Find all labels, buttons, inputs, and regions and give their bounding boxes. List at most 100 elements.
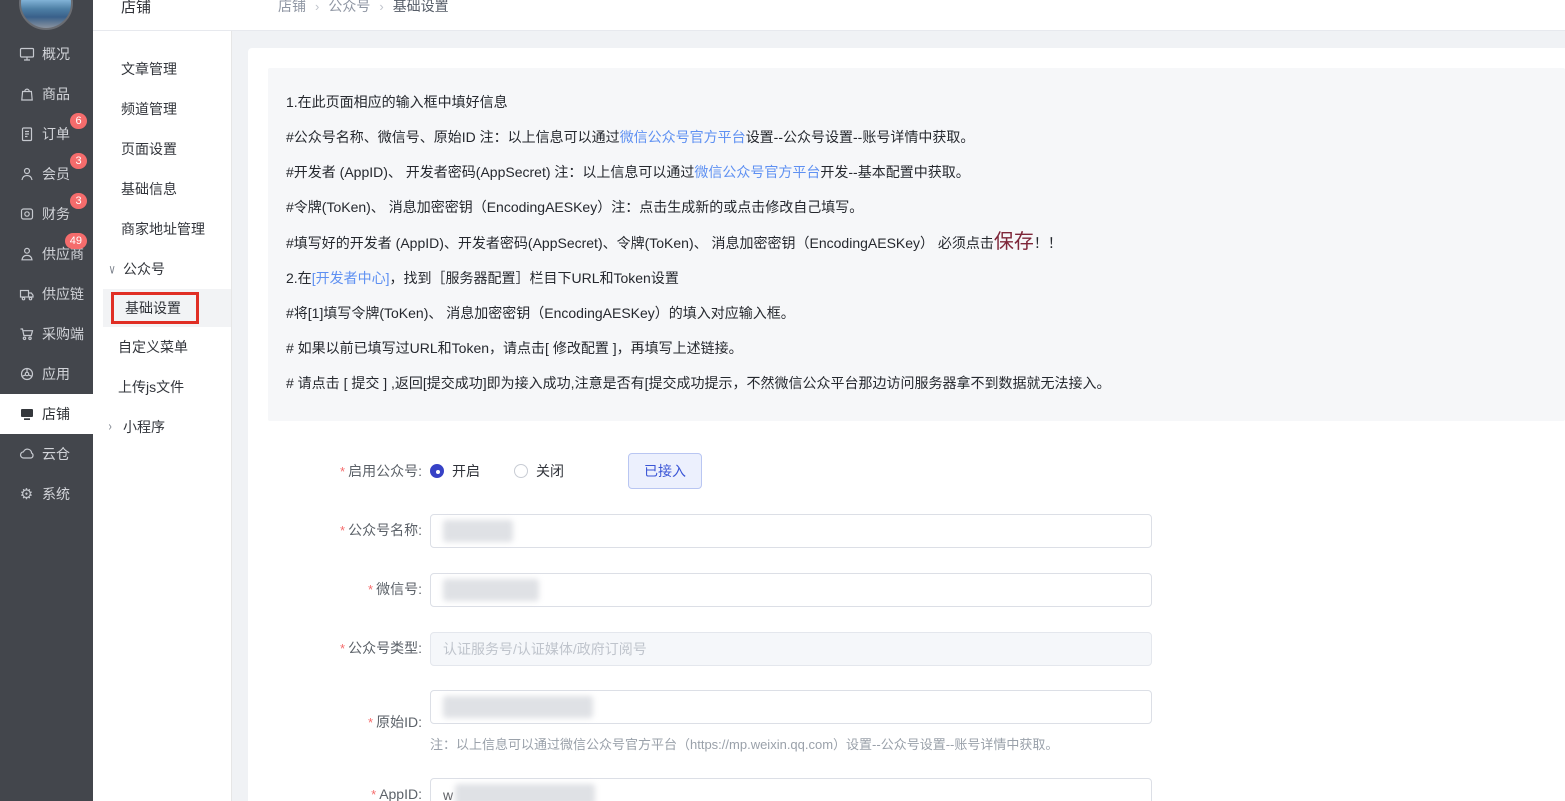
redacted-value <box>443 520 513 542</box>
notice-text: #填写好的开发者 (AppID)、开发者密码(AppSecret)、令牌(ToK… <box>286 235 994 251</box>
breadcrumb-item-official-account[interactable]: 公众号 <box>328 0 370 16</box>
notice-line: 1.在此页面相应的输入框中填好信息 <box>286 85 1535 120</box>
chevron-down-icon: ∨ <box>109 262 118 277</box>
input-placeholder: 认证服务号/认证媒体/政府订阅号 <box>443 639 647 659</box>
notice-line: 2.在[开发者中心]，找到［服务器配置］栏目下URL和Token设置 <box>286 261 1535 296</box>
form-row-original-id: *原始ID: 注：以上信息可以通过微信公众号官方平台（https://mp.we… <box>268 690 1565 755</box>
finance-badge: 3 <box>70 193 87 209</box>
sidebar-item-overview[interactable]: 概况 <box>0 34 93 74</box>
radio-label: 开启 <box>452 461 480 481</box>
field-label: *微信号: <box>268 572 430 607</box>
field-label: *启用公众号: <box>268 454 430 489</box>
sidebar-item-supply-chain[interactable]: 供应链 <box>0 274 93 314</box>
notice-text: 开发--基本配置中获取。 <box>820 164 969 180</box>
submenu-item-upload-js[interactable]: 上传js文件 <box>93 367 231 407</box>
cloud-icon <box>18 446 35 463</box>
notice-text: ！！ <box>1034 235 1062 251</box>
redacted-value <box>443 696 593 718</box>
submenu-item-articles[interactable]: 文章管理 <box>93 49 231 89</box>
notice-text: # 如果以前已填写过URL和Token，请点击[ 修改配置 ]，再填写上述链接。 <box>286 340 743 356</box>
sidebar-item-label: 系统 <box>42 484 70 504</box>
notice-line: # 如果以前已填写过URL和Token，请点击[ 修改配置 ]，再填写上述链接。 <box>286 331 1535 366</box>
notice-text: ，找到［服务器配置］栏目下URL和Token设置 <box>389 270 678 286</box>
submenu-item-merchant-address[interactable]: 商家地址管理 <box>93 209 231 249</box>
sidebar-item-label: 采购端 <box>42 324 84 344</box>
submenu-item-page-settings[interactable]: 页面设置 <box>93 129 231 169</box>
label-text: 启用公众号: <box>348 463 422 479</box>
sidebar-item-label: 云仓 <box>42 444 70 464</box>
notice-line: # 请点击 [ 提交 ] ,返回[提交成功]即为接入成功,注意是否有[提交成功提… <box>286 366 1535 401</box>
notice-line: #公众号名称、微信号、原始ID 注：以上信息可以通过微信公众号官方平台设置--公… <box>286 120 1535 155</box>
sidebar-item-orders[interactable]: 订单 6 <box>0 114 93 154</box>
required-asterisk: * <box>371 787 376 801</box>
field-label: *公众号类型: <box>268 631 430 666</box>
notice-text: 2.在 <box>286 270 312 286</box>
notice-line: #开发者 (AppID)、 开发者密码(AppSecret) 注：以上信息可以通… <box>286 155 1535 190</box>
submenu-section-mini-program[interactable]: › 小程序 <box>93 407 231 447</box>
required-asterisk: * <box>340 464 345 479</box>
submenu-item-channels[interactable]: 频道管理 <box>93 89 231 129</box>
shop-icon <box>18 406 35 423</box>
secondary-sidebar: 文章管理 频道管理 页面设置 基础信息 商家地址管理 ∨ 公众号 基础设置 自定… <box>93 31 232 801</box>
supplier-icon <box>18 246 35 263</box>
label-text: 公众号名称: <box>348 522 422 538</box>
field-label: *公众号名称: <box>268 513 430 548</box>
breadcrumb: 店铺 › 公众号 › 基础设置 <box>278 0 449 16</box>
sidebar-item-label: 财务 <box>42 204 70 224</box>
notice-text: # 请点击 [ 提交 ] ,返回[提交成功]即为接入成功,注意是否有[提交成功提… <box>286 375 1110 391</box>
radio-label: 关闭 <box>536 461 564 481</box>
submenu-item-custom-menu[interactable]: 自定义菜单 <box>93 327 231 367</box>
appid-input[interactable]: w <box>430 778 1152 801</box>
submenu-item-basic-info[interactable]: 基础信息 <box>93 169 231 209</box>
sidebar-item-procurement[interactable]: 采购端 <box>0 314 93 354</box>
link-wechat-official-platform[interactable]: 微信公众号官方平台 <box>694 164 820 180</box>
link-developer-center[interactable]: [开发者中心] <box>312 270 390 286</box>
orders-icon <box>18 126 35 143</box>
label-text: 微信号: <box>376 581 422 597</box>
overview-icon <box>18 46 35 63</box>
original-id-col: 注：以上信息可以通过微信公众号官方平台（https://mp.weixin.qq… <box>430 690 1152 755</box>
submenu-item-basic-settings-active[interactable]: 基础设置 <box>103 289 231 327</box>
form-row-account-name: *公众号名称: <box>268 513 1565 548</box>
field-label: *AppID: <box>268 777 430 801</box>
procurement-icon <box>18 326 35 343</box>
sidebar-item-goods[interactable]: 商品 <box>0 74 93 114</box>
sidebar-item-supplier[interactable]: 供应商 49 <box>0 234 93 274</box>
breadcrumb-item-basic-settings: 基础设置 <box>393 0 449 16</box>
required-asterisk: * <box>368 715 373 730</box>
notice-text: 1.在此页面相应的输入框中填好信息 <box>286 94 508 110</box>
submenu-section-official-account[interactable]: ∨ 公众号 <box>93 249 231 289</box>
required-asterisk: * <box>368 582 373 597</box>
content-card: 1.在此页面相应的输入框中填好信息 #公众号名称、微信号、原始ID 注：以上信息… <box>248 48 1565 801</box>
field-label: *原始ID: <box>268 705 430 740</box>
account-name-input[interactable] <box>430 514 1152 548</box>
main-area: 1.在此页面相应的输入框中填好信息 #公众号名称、微信号、原始ID 注：以上信息… <box>232 31 1565 801</box>
sidebar-item-label: 供应链 <box>42 284 84 304</box>
radio-dot-icon <box>430 464 444 478</box>
breadcrumb-item-shop[interactable]: 店铺 <box>278 0 306 16</box>
submenu-section-label: 公众号 <box>123 259 165 279</box>
notice-text: #开发者 (AppID)、 开发者密码(AppSecret) 注：以上信息可以通… <box>286 164 694 180</box>
connected-status-button[interactable]: 已接入 <box>628 453 702 489</box>
sidebar-item-label: 商品 <box>42 84 70 104</box>
form-row-account-type: *公众号类型: 认证服务号/认证媒体/政府订阅号 <box>268 631 1565 666</box>
account-type-input: 认证服务号/认证媒体/政府订阅号 <box>430 632 1152 666</box>
radio-dot-icon <box>514 464 528 478</box>
instructions-notice: 1.在此页面相应的输入框中填好信息 #公众号名称、微信号、原始ID 注：以上信息… <box>268 68 1565 421</box>
original-id-input[interactable] <box>430 690 1152 724</box>
avatar[interactable] <box>19 0 73 30</box>
sidebar-item-system[interactable]: ⚙ 系统 <box>0 474 93 514</box>
wechat-id-input[interactable] <box>430 573 1152 607</box>
sidebar-item-cloud-warehouse[interactable]: 云仓 <box>0 434 93 474</box>
notice-text: #将[1]填写令牌(ToKen)、 消息加密密钥（EncodingAESKey）… <box>286 305 795 321</box>
sidebar-item-shop[interactable]: 店铺 <box>0 394 93 434</box>
sidebar-item-apps[interactable]: 应用 <box>0 354 93 394</box>
topbar: 店铺 店铺 › 公众号 › 基础设置 <box>93 0 1565 31</box>
sidebar-item-finance[interactable]: 财务 3 <box>0 194 93 234</box>
members-badge: 3 <box>70 153 87 169</box>
link-wechat-official-platform[interactable]: 微信公众号官方平台 <box>620 129 746 145</box>
radio-enable-off[interactable]: 关闭 <box>514 461 564 481</box>
radio-enable-on[interactable]: 开启 <box>430 461 480 481</box>
sidebar-item-members[interactable]: 会员 3 <box>0 154 93 194</box>
apps-icon <box>18 366 35 383</box>
